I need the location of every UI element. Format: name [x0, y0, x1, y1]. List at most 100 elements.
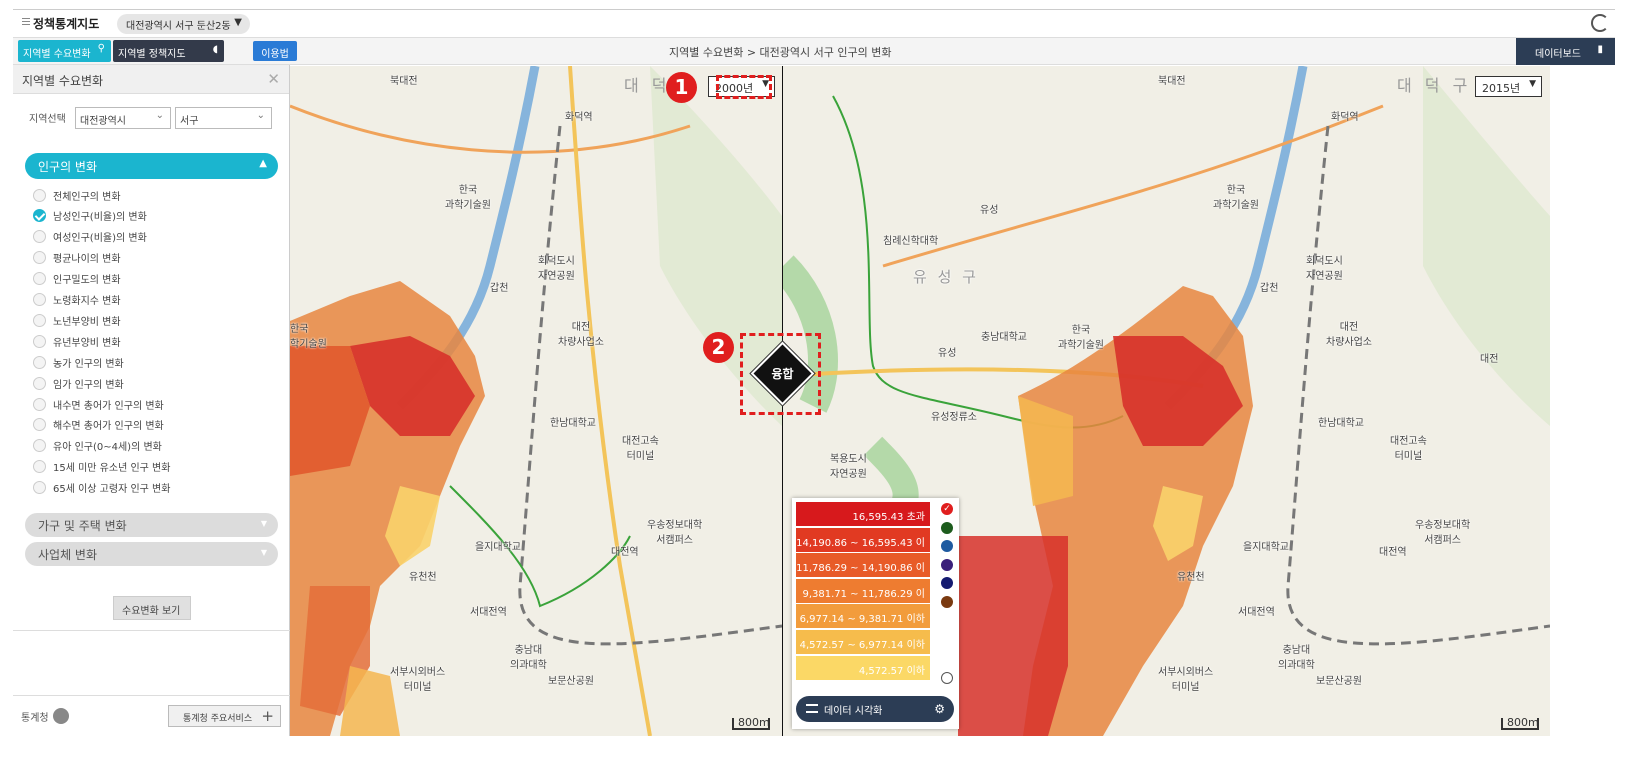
sidebar-title: 지역별 수요변화 — [22, 74, 104, 88]
bar-chart-icon: ▮ — [1597, 44, 1603, 55]
sgg-select[interactable]: 서구 ⌄ — [175, 107, 272, 129]
district-label: 대 덕 구 — [1397, 76, 1472, 95]
option-item[interactable]: 노령화지수 변화 — [33, 292, 121, 308]
palette-swatch[interactable] — [941, 521, 953, 534]
databoard-label: 데이터보드 — [1535, 49, 1581, 60]
option-label: 유아 인구(0~4세)의 변화 — [53, 442, 162, 454]
legend-row: 9,381.71 ~ 11,786.29 이하 — [796, 578, 930, 615]
collapse-icon: ▲ — [259, 158, 267, 169]
map-label: 대전고속 터미널 — [622, 436, 659, 462]
close-icon[interactable]: ✕ — [267, 70, 280, 88]
category-household-label: 가구 및 주택 변화 — [38, 519, 127, 533]
option-item[interactable]: 인구밀도의 변화 — [33, 271, 121, 287]
radio-icon[interactable] — [33, 313, 46, 327]
option-item[interactable]: 유년부양비 변화 — [33, 333, 121, 349]
radio-icon[interactable] — [33, 460, 46, 474]
expand-icon: ▼ — [260, 548, 267, 557]
step-badge-1: 1 — [666, 72, 697, 103]
option-item[interactable]: 농가 인구의 변화 — [33, 354, 124, 370]
option-item[interactable]: 65세 이상 고령자 인구 변화 — [33, 480, 170, 496]
option-item[interactable]: 평균나이의 변화 — [33, 250, 121, 266]
map-label: 회덕도시 자연공원 — [1306, 256, 1343, 282]
category-household[interactable]: 가구 및 주택 변화 ▼ — [25, 513, 278, 537]
district-label: 유 성 구 — [913, 268, 979, 286]
palette-swatch[interactable] — [941, 558, 953, 571]
legend-row: 4,572.57 이하 — [796, 655, 930, 680]
option-item[interactable]: 임가 인구의 변화 — [33, 375, 124, 391]
option-item[interactable]: 유아 인구(0~4세)의 변화 — [33, 438, 162, 454]
map-left-base — [290, 66, 782, 736]
legend-row: 14,190.86 ~ 16,595.43 이하 — [796, 527, 930, 564]
map-label: 갑천 — [1260, 283, 1279, 294]
map-label: 갑천 — [490, 283, 509, 294]
app-title: 정책통계지도 — [33, 17, 100, 31]
option-item[interactable]: 15세 미만 유소년 인구 변화 — [33, 459, 170, 475]
option-item[interactable]: 남성인구(비율)의 변화 — [33, 208, 147, 224]
radio-icon[interactable] — [33, 481, 46, 495]
sido-value: 대전광역시 — [80, 116, 126, 127]
option-item[interactable]: 여성인구(비율)의 변화 — [33, 229, 147, 245]
option-item[interactable]: 내수면 총어가 인구의 변화 — [33, 396, 164, 412]
radio-icon[interactable] — [33, 188, 46, 202]
chat-bubble-icon: ◖ — [212, 44, 218, 55]
palette-swatch[interactable] — [941, 540, 953, 552]
data-visualization-button[interactable]: 데이터 시각화 ⚙ — [796, 696, 954, 722]
checked-radio-icon[interactable] — [33, 209, 46, 223]
chevron-down-icon: ⌄ — [155, 110, 164, 121]
category-business[interactable]: 사업체 변화 ▼ — [25, 542, 278, 566]
sido-select[interactable]: 대전광역시 ⌄ — [75, 107, 171, 129]
map-label: 복용도시 자연공원 — [830, 454, 867, 480]
palette-swatch[interactable] — [941, 595, 953, 608]
map-label: 북대전 — [1158, 76, 1186, 87]
option-item[interactable]: 전체인구의 변화 — [33, 187, 121, 203]
refresh-icon[interactable] — [1591, 14, 1609, 32]
radio-icon[interactable] — [33, 334, 46, 348]
map-label: 한국 과학기술원 — [1058, 325, 1104, 351]
map-label: 한국 과학기술원 — [1213, 185, 1259, 211]
radio-icon[interactable] — [33, 230, 46, 244]
option-label: 65세 이상 고령자 인구 변화 — [53, 484, 171, 496]
map-label: 을지대학교 — [475, 542, 521, 553]
radio-icon[interactable] — [33, 293, 46, 306]
radio-icon[interactable] — [33, 439, 46, 453]
radio-icon[interactable] — [33, 418, 46, 432]
radio-icon[interactable] — [33, 272, 46, 286]
category-population[interactable]: 인구의 변화 ▲ — [25, 153, 278, 179]
palette-swatch[interactable] — [941, 577, 953, 589]
option-label: 내수면 총어가 인구의 변화 — [53, 400, 164, 412]
gear-icon[interactable]: ⚙ — [934, 702, 945, 716]
menu-icon[interactable] — [22, 18, 30, 26]
map-label: 서부시외버스 터미널 — [390, 667, 446, 693]
map-label: 서대전역 — [470, 607, 507, 618]
map-label: 대전 차량사업소 — [558, 322, 604, 348]
year-value: 2015년 — [1482, 82, 1521, 95]
reset-icon[interactable] — [941, 672, 953, 684]
radio-icon[interactable] — [33, 251, 46, 265]
legend-row: 6,977.14 ~ 9,381.71 이하 — [796, 604, 930, 629]
map-left[interactable]: 대 덕 북대전 화덕역 한국 과학기술원 회덕도시 자연공원 갑천 대전 차량사… — [290, 66, 782, 736]
map-label: 한국 학기술원 — [290, 324, 327, 350]
regional-demand-label: 지역별 수요변화 — [23, 49, 91, 60]
radio-icon[interactable] — [33, 376, 46, 390]
option-item[interactable]: 노년부양비 변화 — [33, 312, 121, 328]
sgg-value: 서구 — [180, 116, 199, 127]
main-services-button[interactable]: 통계청 주요서비스 + — [168, 705, 281, 727]
divider — [13, 695, 290, 696]
region-selector[interactable]: 대전광역시 서구 둔산2동 ▼ — [117, 14, 250, 34]
option-item[interactable]: 해수면 총어가 인구의 변화 — [33, 417, 164, 433]
view-demand-button[interactable]: 수요변화 보기 — [113, 596, 191, 620]
radio-icon[interactable] — [33, 355, 46, 369]
year-select-right[interactable]: 2015년 ▼ — [1475, 76, 1542, 97]
category-business-label: 사업체 변화 — [38, 548, 98, 562]
radio-icon[interactable] — [33, 397, 46, 411]
usage-guide-button[interactable]: 이용법 — [253, 41, 297, 61]
regional-policy-button[interactable]: 지역별 정책지도 ◖ — [113, 40, 224, 62]
palette-selected-icon[interactable]: ✓ — [941, 503, 953, 515]
map-label: 대전 차량사업소 — [1326, 322, 1372, 348]
map-label: 서부시외버스 터미널 — [1158, 667, 1214, 693]
map-label: 화덕역 — [565, 112, 593, 123]
databoard-button[interactable]: 데이터보드 ▮ — [1516, 38, 1615, 65]
divider — [13, 630, 290, 631]
regional-demand-button[interactable]: 지역별 수요변화 ⚲ — [18, 40, 111, 62]
legend-row: 4,572.57 ~ 6,977.14 이하 — [796, 630, 930, 654]
